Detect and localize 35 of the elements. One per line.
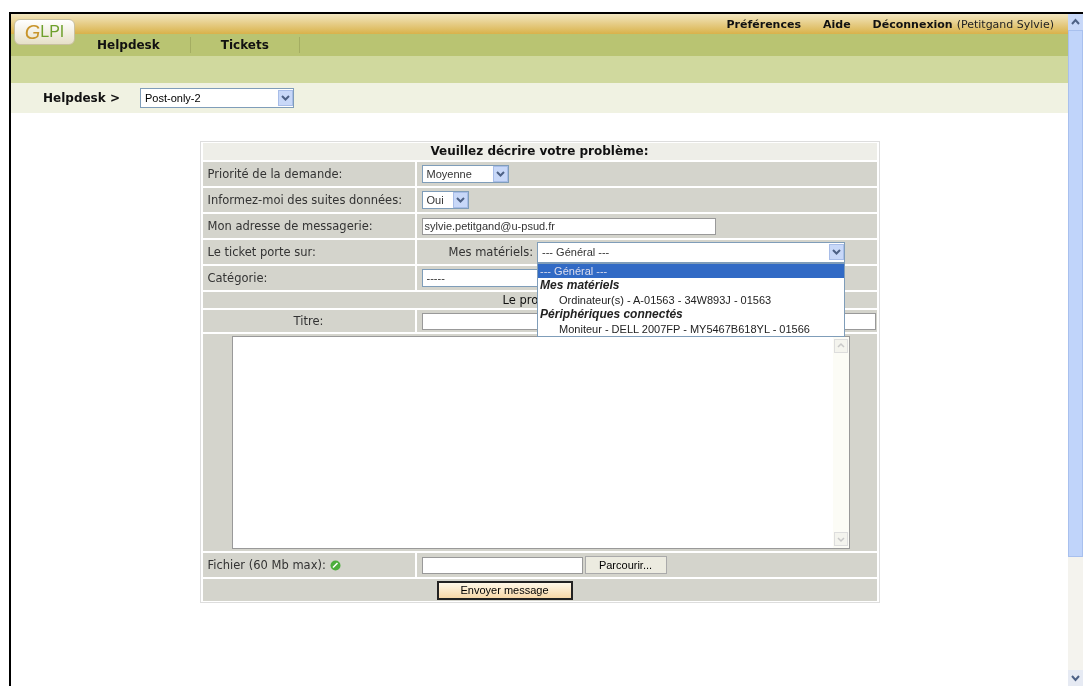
email-field[interactable]: sylvie.petitgand@u-psud.fr [421,217,716,235]
field-label: Titre: [202,310,415,332]
scroll-down-icon [833,532,848,546]
option-group-label: Périphériques connectés [539,306,684,322]
dropdown-option[interactable]: --- Général --- [538,263,845,278]
field-label: Le ticket porte sur: [202,240,415,264]
form-title: Veuillez décrire votre problème: [202,143,877,160]
user-name: (Petitgand Sylvie) [956,17,1054,31]
field-label: Catégorie: [202,266,415,290]
field-label: Fichier (60 Mb max): [202,553,415,577]
scroll-down-icon [1068,670,1083,686]
header-link[interactable]: Déconnexion [872,17,953,31]
select-field[interactable]: Moyenne [421,165,509,183]
header-link[interactable]: Aide [823,17,851,31]
help-icon [329,559,341,571]
header-link[interactable]: Préférences [726,17,801,31]
send-button[interactable]: Envoyer message [436,580,573,600]
field-label: Mon adresse de messagerie: [202,214,415,238]
scroll-up-icon [833,339,848,353]
hardware-label: Mes matériels: [448,245,534,259]
nav-tab[interactable]: Tickets [220,37,300,53]
scroll-up-icon [1068,14,1083,30]
file-field[interactable] [421,556,583,574]
browse-button[interactable]: Parcourir... [584,556,667,574]
scrollbar[interactable] [1068,14,1083,686]
dropdown-option[interactable]: Moniteur - DELL 2007FP - MY5467B618YL - 01566 [538,321,845,336]
select-field[interactable]: Oui [421,191,469,209]
breadcrumb[interactable]: Helpdesk > [43,91,120,105]
description-textarea[interactable] [231,336,850,549]
dropdown-option[interactable]: Ordinateur(s) - A-01563 - 34W893J - 01563 [538,292,845,307]
field-label: Informez-moi des suites données: [202,188,415,212]
entity-select[interactable]: Post-only-2 [139,88,294,108]
hardware-select[interactable]: --- Général --- [537,241,846,263]
nav-tab[interactable]: Helpdesk [97,37,191,53]
field-label: Priorité de la demande: [202,162,415,186]
